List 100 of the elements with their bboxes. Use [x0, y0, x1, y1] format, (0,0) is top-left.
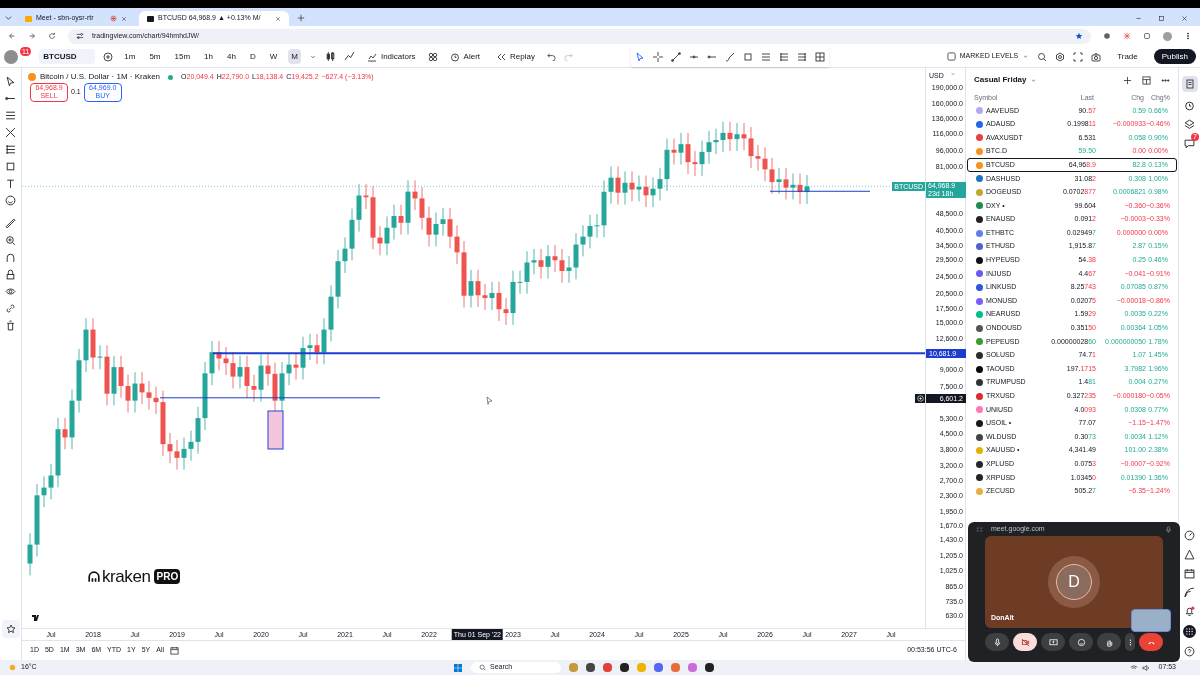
raise-hand-button[interactable] [1097, 633, 1121, 651]
publish-button[interactable]: Publish [1153, 49, 1196, 64]
favorites-button[interactable] [1, 620, 20, 638]
avatar: D [1056, 564, 1092, 600]
chart-icon [366, 51, 377, 62]
new-tab-icon[interactable] [297, 14, 305, 22]
more-button[interactable] [1125, 633, 1135, 651]
checkbox-icon [946, 52, 956, 61]
replay-button[interactable]: Replay [492, 50, 539, 63]
quick-search-icon[interactable] [1037, 51, 1048, 62]
interval-tab[interactable]: 4h [224, 49, 239, 64]
eye-icon[interactable] [5, 286, 16, 297]
grid-icon[interactable] [814, 51, 825, 62]
minimize-icon[interactable] [1135, 15, 1142, 22]
text-icon[interactable] [5, 178, 16, 189]
horizontal-line[interactable] [212, 352, 925, 355]
layers-icon[interactable] [1184, 119, 1195, 130]
ruler-icon[interactable] [5, 218, 16, 229]
calendar-icon[interactable] [170, 646, 179, 655]
horizontal-line[interactable] [769, 190, 871, 192]
compare-icon[interactable] [103, 51, 114, 62]
interval-tab[interactable]: 1m [121, 49, 139, 64]
fullscreen-icon[interactable] [1073, 51, 1084, 62]
alert-button[interactable]: Alert [445, 50, 485, 63]
windows-icon[interactable] [453, 662, 464, 673]
trend-line-icon[interactable] [670, 51, 681, 62]
brand-badge: PRO [154, 569, 181, 584]
microphone-icon [992, 637, 1002, 647]
reload-icon[interactable] [48, 32, 56, 40]
alarm-clock-icon[interactable] [1184, 100, 1195, 111]
rectangle-icon[interactable] [5, 161, 16, 172]
calendar-icon[interactable] [1184, 568, 1195, 579]
fib-fan-icon[interactable] [796, 51, 807, 62]
logo-icon [147, 15, 154, 22]
magnet-icon[interactable] [5, 252, 16, 263]
symbol-search-field[interactable]: BTCUSD [39, 49, 96, 64]
close-icon[interactable] [275, 15, 281, 22]
trade-button[interactable]: Trade [1109, 50, 1146, 63]
horizontal-line[interactable] [159, 397, 381, 399]
zoom-in-icon[interactable] [5, 235, 16, 246]
extension-icon[interactable] [1103, 32, 1111, 40]
add-icon[interactable] [1123, 75, 1132, 85]
speaker-icon[interactable] [1142, 663, 1151, 672]
reaction-button[interactable] [1069, 633, 1093, 651]
lock-icon[interactable] [5, 269, 16, 280]
forward-icon[interactable] [28, 32, 36, 40]
chart-title: Bitcoin / U.S. Dollar · 1M · Kraken [40, 71, 161, 83]
interval-tab[interactable]: W [266, 49, 281, 64]
trash-icon[interactable] [5, 320, 16, 331]
pattern-icon[interactable] [5, 127, 16, 138]
close-icon[interactable] [121, 15, 127, 22]
undo-icon[interactable] [546, 52, 556, 61]
rectangle-icon[interactable] [742, 51, 753, 62]
bitcoin-icon [28, 73, 36, 81]
tab-list-icon[interactable] [4, 13, 13, 22]
present-button[interactable] [1041, 633, 1065, 651]
cursor-icon[interactable] [5, 76, 16, 87]
link-icon[interactable] [5, 303, 16, 314]
indicators-button[interactable]: Indicators [362, 50, 420, 63]
camera-button[interactable] [1013, 633, 1037, 651]
interval-tab[interactable]: 1h [201, 49, 216, 64]
caret-icon [949, 71, 956, 77]
microphone-button[interactable] [985, 633, 1009, 651]
extension-icon[interactable] [1123, 32, 1131, 40]
watchlist-title[interactable]: Casual Friday [974, 74, 1027, 86]
restore-icon[interactable] [1158, 15, 1165, 22]
bell-icon[interactable] [1184, 606, 1195, 617]
avatar[interactable] [1163, 31, 1172, 41]
brush-icon[interactable] [724, 51, 735, 62]
chat-icon[interactable] [1184, 138, 1195, 149]
close-icon[interactable] [1181, 15, 1188, 22]
interval-tab[interactable]: M [288, 49, 301, 64]
parallel-lines-icon[interactable] [5, 110, 16, 121]
wifi-icon[interactable] [1130, 663, 1139, 672]
table-icon[interactable] [1142, 75, 1151, 85]
site-info-icon[interactable] [76, 32, 84, 40]
interval-tab[interactable]: 15m [171, 49, 194, 64]
avatar[interactable] [4, 49, 18, 64]
warning-icon[interactable] [1184, 549, 1195, 560]
alarm-clock-icon [449, 51, 460, 62]
camera-icon[interactable] [1091, 51, 1102, 62]
menu-icon[interactable] [1184, 32, 1192, 40]
star-icon[interactable] [1075, 32, 1083, 40]
back-icon[interactable] [8, 32, 16, 40]
settings-icon[interactable] [1055, 51, 1066, 62]
interval-tab[interactable]: D [246, 49, 259, 64]
watchlist-button[interactable] [1181, 76, 1198, 92]
candles-icon[interactable] [324, 51, 336, 62]
target-icon[interactable] [1184, 530, 1195, 541]
help-icon[interactable] [1184, 646, 1195, 657]
line-chart-icon[interactable] [343, 51, 355, 62]
templates-icon[interactable] [427, 51, 438, 62]
apps-icon[interactable] [1183, 625, 1196, 638]
interval-tab[interactable]: 5m [146, 49, 164, 64]
microphone-icon [1165, 525, 1172, 533]
list-icon [1184, 79, 1195, 89]
fib-icon[interactable] [5, 144, 16, 155]
hang-up-button[interactable] [1139, 633, 1163, 651]
kraken-logo-icon [88, 570, 100, 583]
smiley-icon[interactable] [5, 195, 16, 206]
